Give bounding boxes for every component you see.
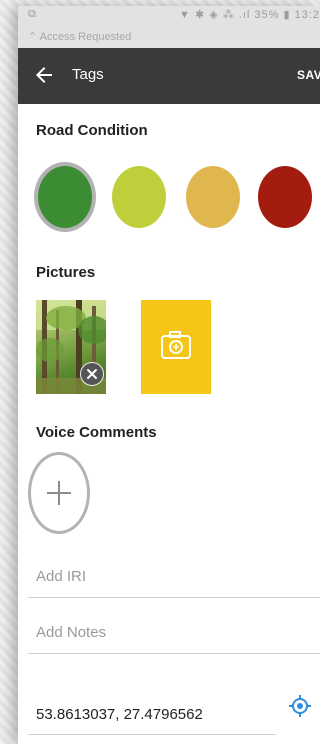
phone-screen: ⧉ ▼ ✱ ◈ ⁂ .ıl 35% ▮ 13:2 ⌃ Access Reques…	[18, 6, 320, 744]
status-icons: ▼ ✱ ◈ ⁂ .ıl 35% ▮ 13:2	[179, 9, 320, 21]
remove-picture-button[interactable]	[80, 362, 104, 386]
gps-locate-icon[interactable]	[288, 694, 312, 718]
notes-input[interactable]: Add Notes	[28, 624, 320, 654]
camera-plus-icon	[161, 331, 191, 359]
back-arrow-icon[interactable]	[32, 63, 56, 87]
road-condition-moderate[interactable]	[186, 166, 240, 228]
road-condition-label: Road Condition	[36, 122, 148, 139]
save-button[interactable]: SAVE	[297, 68, 320, 82]
cast-icon: ⧉	[28, 8, 36, 20]
road-condition-poor[interactable]	[258, 166, 312, 228]
page-title: Tags	[72, 66, 104, 83]
add-voice-comment-button[interactable]	[28, 452, 90, 534]
add-picture-button[interactable]	[141, 300, 211, 394]
iri-input[interactable]: Add IRI	[28, 568, 320, 598]
plus-icon	[47, 481, 71, 505]
pictures-label: Pictures	[36, 264, 96, 281]
road-condition-fair[interactable]	[112, 166, 166, 228]
close-icon	[87, 369, 97, 379]
road-condition-good[interactable]	[38, 166, 92, 228]
status-bar: ⧉ ▼ ✱ ◈ ⁂ .ıl 35% ▮ 13:2 ⌃ Access Reques…	[18, 6, 320, 48]
app-bar: Tags SAVE	[18, 48, 320, 104]
location-coordinates: 53.8613037, 27.4796562	[36, 706, 203, 723]
voice-comments-label: Voice Comments	[36, 424, 157, 441]
location-underline	[28, 734, 276, 735]
notification-text: ⌃ Access Requested	[28, 31, 132, 43]
